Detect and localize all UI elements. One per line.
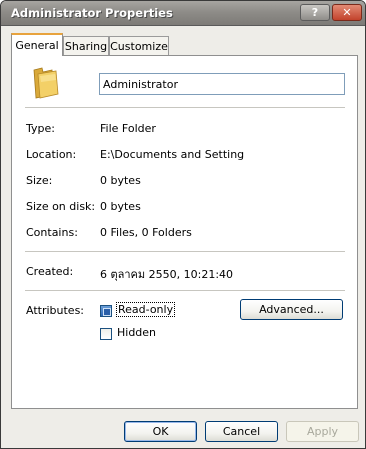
location-label: Location:	[26, 148, 77, 161]
help-button[interactable]: ?	[300, 4, 330, 21]
type-value: File Folder	[100, 122, 156, 135]
size-value: 0 bytes	[100, 174, 141, 187]
size-on-disk-label: Size on disk:	[26, 200, 96, 213]
close-button[interactable]: ✕	[332, 4, 362, 21]
contains-label: Contains:	[26, 226, 78, 239]
tab-sharing[interactable]: Sharing	[63, 36, 109, 55]
window-title: Administrator Properties	[11, 6, 173, 20]
type-label: Type:	[26, 122, 55, 135]
readonly-checkbox[interactable]	[100, 305, 112, 317]
separator	[25, 251, 345, 252]
cancel-button[interactable]: Cancel	[205, 421, 278, 442]
separator	[25, 107, 345, 108]
tab-general[interactable]: General	[11, 33, 63, 56]
created-label: Created:	[26, 265, 74, 278]
hidden-checkbox[interactable]	[100, 328, 112, 340]
ok-button[interactable]: OK	[124, 421, 197, 442]
apply-button[interactable]: Apply	[286, 421, 359, 442]
tab-customize[interactable]: Customize	[109, 36, 169, 55]
folder-name-field[interactable]: Administrator	[99, 73, 345, 95]
title-bar[interactable]: Administrator Properties ? ✕	[1, 1, 365, 26]
close-icon: ✕	[342, 6, 352, 19]
size-on-disk-value: 0 bytes	[100, 200, 141, 213]
attributes-label: Attributes:	[26, 304, 85, 317]
location-value: E:\Documents and Setting	[100, 148, 245, 161]
help-icon: ?	[311, 6, 319, 19]
separator	[25, 290, 345, 291]
properties-window: Administrator Properties ? ✕ General Sha…	[0, 0, 366, 449]
hidden-label[interactable]: Hidden	[117, 326, 156, 339]
folder-icon	[33, 67, 59, 99]
general-tab-panel: Administrator Type: File Folder Location…	[11, 55, 358, 409]
advanced-button[interactable]: Advanced...	[240, 299, 343, 320]
created-value: 6 ตุลาคม 2550, 10:21:40	[100, 268, 234, 281]
size-label: Size:	[26, 174, 53, 187]
readonly-label[interactable]: Read-only	[115, 302, 176, 317]
contains-value: 0 Files, 0 Folders	[100, 226, 192, 239]
